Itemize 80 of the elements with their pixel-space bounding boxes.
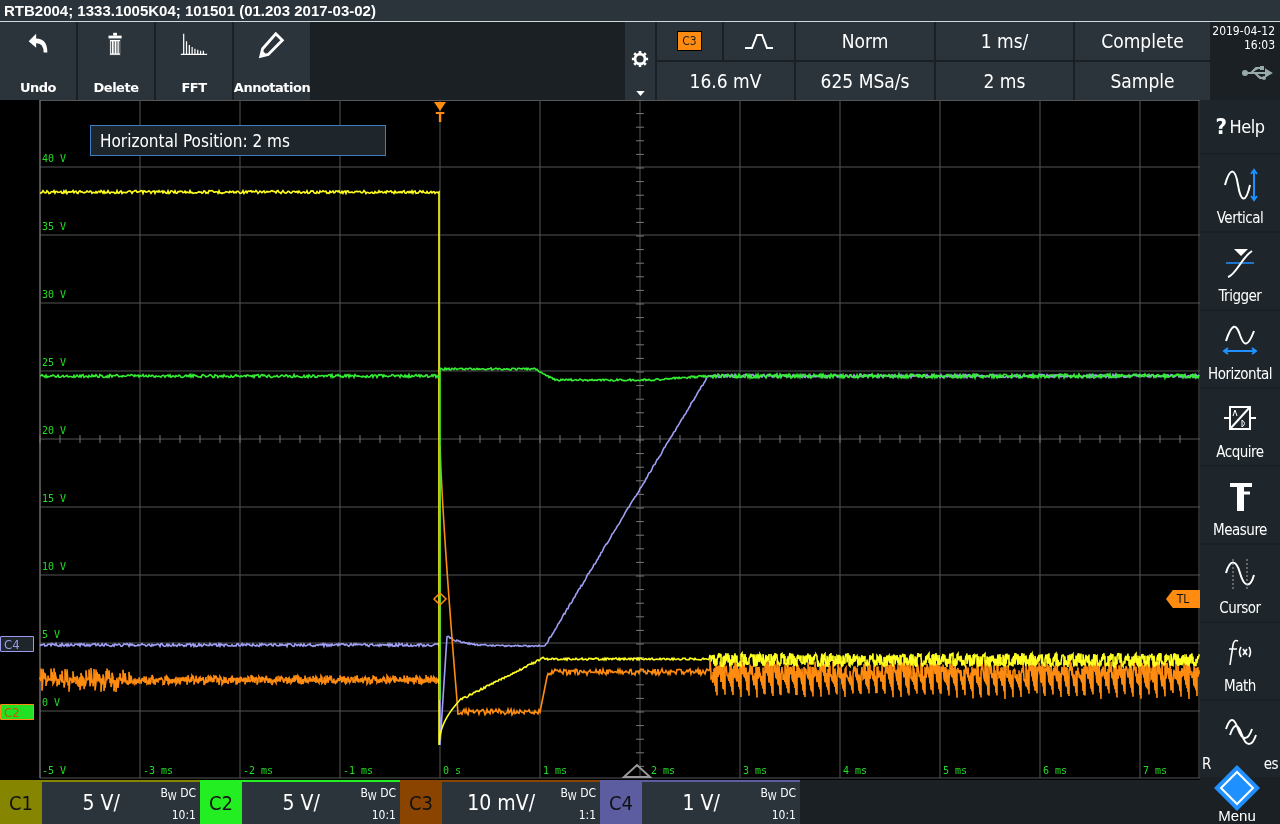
time-axis-label: 7 ms [1143,765,1168,776]
channel-scale: 1 V/ [681,790,721,817]
time-axis-label: 3 ms [743,765,768,776]
settings-icon [631,50,649,68]
trigger-source-cell[interactable]: C3 [657,22,722,60]
voltage-axis-label: -5 V [42,765,67,776]
voltage-axis-label: 30 V [42,289,67,300]
position-marker-icon [621,763,653,778]
time-scale-cell[interactable]: 1 ms/ [936,22,1073,60]
dropdown-caret-icon [635,91,645,96]
trigger-level-cell[interactable]: 16.6 mV [657,62,794,100]
voltage-axis-label: 25 V [42,357,67,368]
acquisition-mode-cell[interactable]: Sample [1075,62,1210,100]
trigger-source-badge: C3 [677,31,702,51]
coupling-text: B$_{W}$ DC [760,785,796,805]
channel-scale: 10 mV/ [466,790,537,817]
sample-rate-cell[interactable]: 625 MSa/s [796,62,934,100]
probe-ratio: 10:1 [771,807,796,824]
voltage-axis-label: 40 V [42,153,67,164]
channel-panel[interactable]: C3 10 mV/ B$_{W}$ DC 1:1 [400,780,600,824]
trigger-level-marker[interactable]: TL [1166,590,1200,608]
horizontal-position-cell[interactable]: 2 ms [936,62,1073,100]
channel-scale: 5 V/ [281,790,321,817]
time-axis-label: 0 s [443,765,462,776]
date-text: 2019-04-12 [1212,24,1275,38]
trigger-mode-cell[interactable]: Norm [796,22,934,60]
coupling-text: B$_{W}$ DC [560,785,596,805]
voltage-axis-label: 0 V [42,697,61,708]
time-axis-label: 6 ms [1043,765,1068,776]
trigger-slope-cell[interactable] [724,22,794,60]
sidebar-menu-button[interactable]: Horizontal [1200,311,1280,387]
channel-panel[interactable]: C1 5 V/ B$_{W}$ DC 10:1 [0,780,200,824]
time-axis-label: -2 ms [243,765,274,776]
toolbar-button[interactable]: Annotation [234,22,310,100]
time-text: 16:03 [1243,38,1275,52]
coupling-text: B$_{W}$ DC [160,785,196,805]
probe-ratio: 10:1 [371,807,396,824]
rising-falling-edge-icon [744,33,774,49]
voltage-axis-label: 35 V [42,221,67,232]
voltage-axis-label: 20 V [42,425,67,436]
time-axis-label: -1 ms [343,765,374,776]
pencil-icon [257,30,287,60]
voltage-axis-label: 15 V [42,493,67,504]
sidebar-menu-button[interactable]: R es [1200,701,1280,777]
time-axis-label: -3 ms [143,765,174,776]
usb-icon [1241,66,1275,80]
toolbar-button[interactable]: Delete [78,22,154,100]
sidebar-menu-button[interactable]: Math [1200,623,1280,699]
trigger-point-icon [432,591,448,607]
channel-marker[interactable]: C4 [0,636,34,652]
toolbar-button[interactable]: FFT [156,22,232,100]
probe-ratio: 1:1 [578,807,596,824]
time-axis-label: 4 ms [843,765,868,776]
horizontal-position-box: Horizontal Position: 2 ms [90,125,386,156]
title-bar: RTB2004; 1333.1005K04; 101501 (01.203 2017-03-02) [0,0,1280,22]
help-button[interactable]: ?Help [1200,100,1280,153]
sidebar-label-part: R [1202,755,1211,773]
sidebar-menu-button[interactable]: Trigger [1200,233,1280,309]
sidebar-menu-button[interactable]: Vertical [1200,155,1280,231]
sidebar-menu-button[interactable]: Cursor [1200,545,1280,621]
diamond-logo-icon [1212,763,1262,813]
voltage-axis-label: 10 V [42,561,67,572]
time-axis-label: 2 ms [651,765,676,776]
time-axis-label: 5 ms [943,765,968,776]
help-icon: ? [1215,114,1227,139]
channel-panel[interactable]: C4 1 V/ B$_{W}$ DC 10:1 [600,780,800,824]
channel-scale: 5 V/ [81,790,121,817]
sine-vertical-arrow-icon [1222,167,1258,203]
channel-panel[interactable]: C2 5 V/ B$_{W}$ DC 10:1 [200,780,400,824]
channel-badge[interactable]: C2 [200,782,242,824]
acquisition-state-cell[interactable]: Complete [1075,22,1210,60]
coupling-text: B$_{W}$ DC [360,785,396,805]
time-axis-label: 1 ms [543,765,568,776]
sidebar-label-part: es [1263,755,1278,773]
toolbar-button[interactable]: Undo [0,22,76,100]
channel-badge[interactable]: C1 [0,782,42,824]
sidebar-menu-button[interactable]: Measure [1200,467,1280,543]
probe-ratio: 10:1 [171,807,196,824]
voltage-axis-label: 5 V [42,629,61,640]
sidebar-menu-button[interactable]: Acquire [1200,389,1280,465]
